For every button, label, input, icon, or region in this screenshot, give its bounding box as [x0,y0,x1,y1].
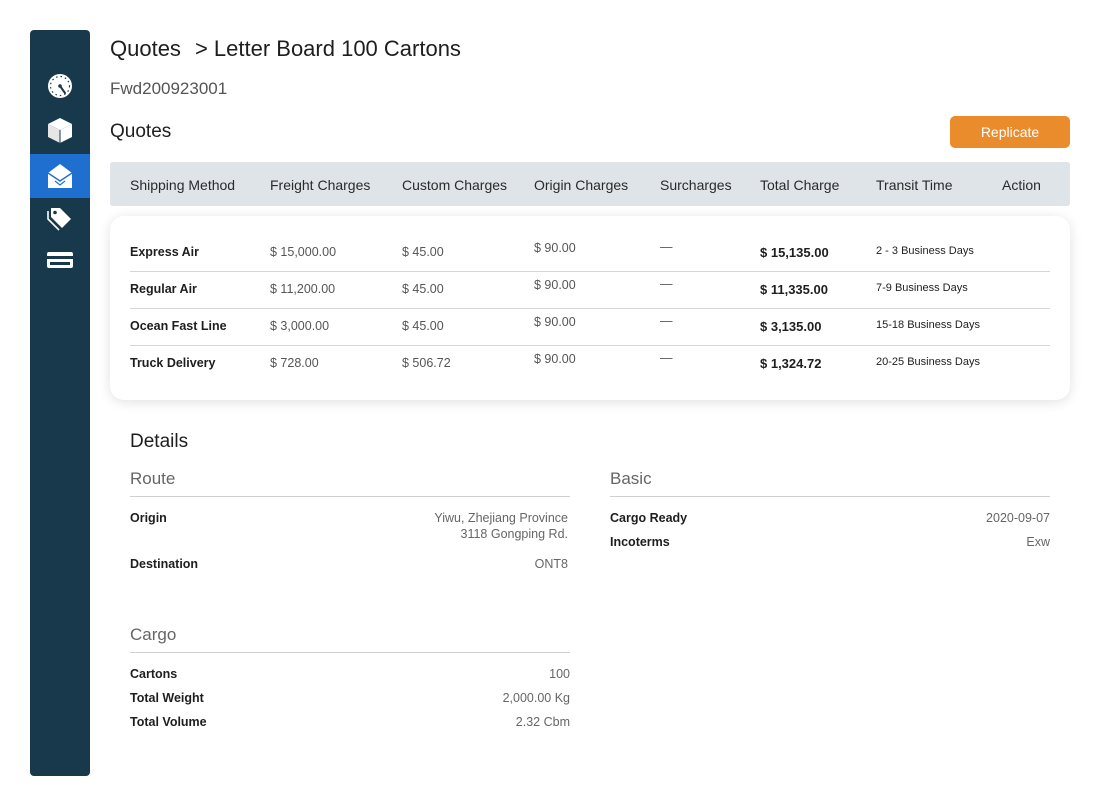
nav-item-pricing[interactable] [30,196,90,240]
origin-charge: $ 90.00 [534,315,576,329]
nav-item-dashboard[interactable] [30,64,90,108]
surcharge: — [660,351,673,365]
custom-charge: $ 45.00 [402,282,444,296]
nav-item-shipments[interactable] [30,108,90,152]
transit-time: 2 - 3 Business Days [876,245,974,257]
cargo-divider [130,652,570,653]
shipping-method: Regular Air [130,282,197,296]
origin-charge: $ 90.00 [534,241,576,255]
cartons-label: Cartons [130,667,178,681]
cargo-ready-value: 2020-09-07 [986,511,1050,525]
total-volume-value: 2.32 Cbm [515,715,570,729]
custom-charge: $ 45.00 [402,319,444,333]
freight-charge: $ 11,200.00 [270,282,336,296]
surcharge: — [660,240,673,254]
surcharge: — [660,314,673,328]
custom-charge: $ 506.72 [402,356,451,370]
table-row[interactable]: Truck Delivery $ 728.00 $ 506.72 $ 90.00… [130,346,1050,383]
table-row[interactable]: Express Air $ 15,000.00 $ 45.00 $ 90.00 … [130,235,1050,272]
breadcrumb: Quotes > Letter Board 100 Cartons [110,36,461,62]
column-header: Origin Charges [534,177,629,193]
column-header: Surcharges [660,177,732,193]
origin-label: Origin [130,511,167,525]
route-divider [130,496,570,497]
nav-item-billing[interactable] [30,238,90,282]
transit-time: 7-9 Business Days [876,282,968,294]
total-charge: $ 15,135.00 [760,245,829,260]
total-weight-label: Total Weight [130,691,204,705]
destination-label: Destination [130,557,199,571]
table-row[interactable]: Regular Air $ 11,200.00 $ 45.00 $ 90.00 … [130,272,1050,309]
transit-time: 20-25 Business Days [876,356,980,368]
freight-charge: $ 728.00 [270,356,319,370]
cargo-ready-label: Cargo Ready [610,511,688,525]
gauge-icon [46,72,74,100]
cargo-title: Cargo [130,625,177,644]
origin-line1: Yiwu, Zhejiang Province [434,511,568,525]
origin-line2: 3118 Gongping Rd. [460,527,569,541]
shipping-method: Ocean Fast Line [130,319,227,333]
envelope-icon [46,162,74,190]
column-header: Total Charge [760,177,840,193]
quotes-table-body: Express Air $ 15,000.00 $ 45.00 $ 90.00 … [110,216,1070,400]
shipping-method: Express Air [130,245,200,259]
quotes-section-title: Quotes [110,121,172,142]
column-header: Transit Time [876,177,953,193]
incoterms-label: Incoterms [610,535,670,549]
destination-value: ONT8 [534,557,568,571]
transit-time: 15-18 Business Days [876,319,980,331]
replicate-button[interactable]: Replicate [950,116,1070,148]
total-volume-label: Total Volume [130,715,207,729]
shipping-method: Truck Delivery [130,356,216,370]
freight-charge: $ 3,000.00 [270,319,330,333]
total-charge: $ 11,335.00 [760,282,828,297]
column-header: Custom Charges [402,177,508,193]
details-title: Details [130,431,189,452]
total-charge: $ 3,135.00 [760,319,822,334]
cartons-value: 100 [549,667,570,681]
surcharge: — [660,277,673,291]
table-row[interactable]: Ocean Fast Line $ 3,000.00 $ 45.00 $ 90.… [130,309,1050,346]
total-charge: $ 1,324.72 [760,356,822,371]
quote-reference: Fwd200923001 [110,79,228,98]
column-header: Action [1002,177,1041,193]
total-weight-value: 2,000.00 Kg [502,691,570,705]
custom-charge: $ 45.00 [402,245,444,259]
box-icon [46,116,74,144]
route-title: Route [130,469,176,488]
incoterms-value: Exw [1026,535,1050,549]
column-header: Shipping Method [130,177,236,193]
basic-title: Basic [610,469,652,488]
tags-icon [46,204,74,232]
freight-charge: $ 15,000.00 [270,245,337,259]
sidebar [30,30,90,776]
breadcrumb-root[interactable]: Quotes [110,36,181,61]
breadcrumb-current: > Letter Board 100 Cartons [194,36,461,61]
quotes-table-header: Shipping Method Freight Charges Custom C… [110,162,1070,206]
card-icon [46,246,74,274]
origin-charge: $ 90.00 [534,352,576,366]
basic-divider [610,496,1050,497]
origin-charge: $ 90.00 [534,278,576,292]
nav-item-quotes[interactable] [30,154,90,198]
column-header: Freight Charges [270,177,371,193]
